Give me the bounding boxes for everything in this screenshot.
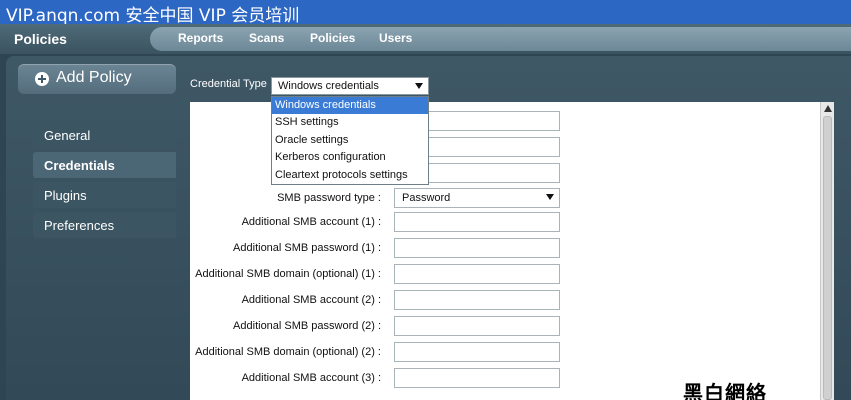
- watermark-banner: VIP.anqn.com 安全中国 VIP 会员培训: [0, 0, 851, 26]
- nav-scans[interactable]: Scans: [249, 31, 284, 45]
- dropdown-option-kerberos[interactable]: Kerberos configuration: [272, 149, 428, 166]
- add-policy-button[interactable]: Add Policy: [18, 64, 176, 94]
- additional-smb-domain-1-input[interactable]: [394, 264, 560, 284]
- dropdown-option-cleartext[interactable]: Cleartext protocols settings: [272, 167, 428, 184]
- sidebar-item-preferences[interactable]: Preferences: [33, 212, 176, 238]
- option-label: Cleartext protocols settings: [275, 169, 408, 181]
- field-label: Additional SMB domain (optional) (1) :: [195, 268, 381, 280]
- field-label: Additional SMB account (1) :: [241, 216, 381, 228]
- sidebar-item-plugins[interactable]: Plugins: [33, 182, 176, 208]
- watermark-logo: 黑白網絡: [683, 376, 803, 400]
- dropdown-option-windows[interactable]: Windows credentials: [272, 97, 428, 114]
- sidebar-item-label: Credentials: [44, 158, 115, 173]
- credential-type-value: Windows credentials: [278, 80, 379, 92]
- option-label: Oracle settings: [275, 134, 349, 146]
- plus-circle-icon: [35, 72, 49, 86]
- field-label: Additional SMB domain (optional) (2) :: [195, 346, 381, 358]
- field-label: Additional SMB password (2) :: [233, 320, 381, 332]
- field-label: Additional SMB account (3) :: [241, 372, 381, 384]
- nav-reports[interactable]: Reports: [178, 31, 223, 45]
- additional-smb-password-2-input[interactable]: [394, 316, 560, 336]
- sidebar-item-label: Plugins: [44, 188, 87, 203]
- field-label: Additional SMB account (2) :: [241, 294, 381, 306]
- nav-users[interactable]: Users: [379, 31, 412, 45]
- sidebar-item-label: Preferences: [44, 218, 115, 233]
- additional-smb-account-2-input[interactable]: [394, 290, 560, 310]
- form-scrollbar[interactable]: [820, 102, 834, 400]
- smb-password-type-label: SMB password type :: [277, 192, 381, 204]
- nav-policies[interactable]: Policies: [310, 31, 355, 45]
- chevron-down-icon: [415, 83, 423, 89]
- sidebar-item-label: General: [44, 128, 91, 143]
- watermark-text: 黑白網絡: [683, 381, 767, 400]
- sidebar-item-credentials[interactable]: Credentials: [33, 152, 176, 178]
- field-label: Additional SMB password (1) :: [233, 242, 381, 254]
- chevron-down-icon: [546, 194, 554, 200]
- additional-smb-account-3-input[interactable]: [394, 368, 560, 388]
- additional-smb-domain-2-input[interactable]: [394, 342, 560, 362]
- option-label: Kerberos configuration: [275, 151, 386, 163]
- main-nav: Reports Scans Policies Users: [150, 27, 851, 51]
- smb-password-type-value: Password: [402, 192, 451, 204]
- additional-smb-account-1-input[interactable]: [394, 212, 560, 232]
- top-bar: Policies Reports Scans Policies Users: [0, 24, 851, 54]
- option-label: SSH settings: [275, 116, 339, 128]
- smb-password-type-select[interactable]: Password: [394, 188, 560, 208]
- arrow-up-icon[interactable]: [824, 105, 832, 112]
- credential-type-dropdown: Windows credentials SSH settings Oracle …: [271, 96, 429, 185]
- dropdown-option-ssh[interactable]: SSH settings: [272, 114, 428, 131]
- scroll-thumb[interactable]: [823, 116, 832, 400]
- credential-type-select[interactable]: Windows credentials: [271, 77, 429, 95]
- additional-smb-password-1-input[interactable]: [394, 238, 560, 258]
- banner-text: VIP.anqn.com 安全中国 VIP 会员培训: [6, 6, 300, 26]
- option-label: Windows credentials: [275, 99, 376, 111]
- page-title: Policies: [14, 31, 67, 47]
- sidebar-item-general[interactable]: General: [33, 122, 176, 148]
- add-policy-label: Add Policy: [56, 69, 132, 86]
- credential-type-label: Credential Type: [190, 78, 267, 90]
- dropdown-option-oracle[interactable]: Oracle settings: [272, 132, 428, 149]
